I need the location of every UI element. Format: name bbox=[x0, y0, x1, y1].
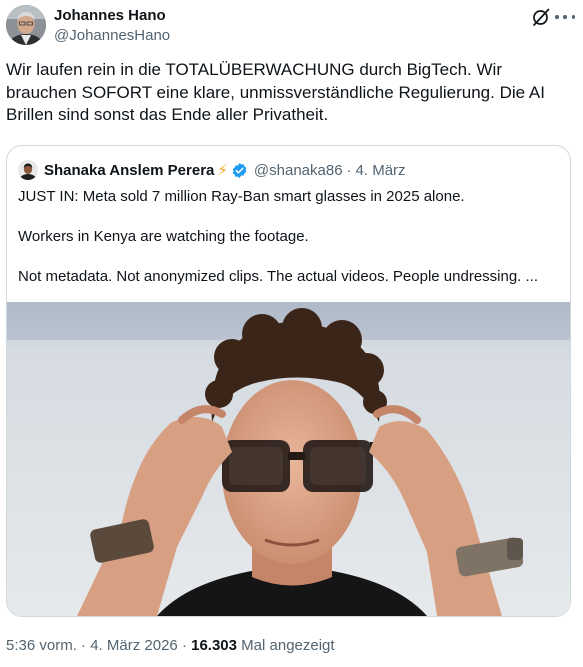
quoted-author-handle[interactable]: @shanaka86 bbox=[254, 162, 343, 179]
quoted-text-line-1: JUST IN: Meta sold 7 million Ray-Ban sma… bbox=[18, 188, 465, 205]
tweet-date[interactable]: 4. März 2026 bbox=[90, 637, 178, 654]
author-avatar[interactable] bbox=[6, 5, 46, 45]
author-name[interactable]: Johannes Hano bbox=[54, 7, 166, 24]
quoted-text-line-3: Not metadata. Not anonymized clips. The … bbox=[18, 268, 539, 285]
quoted-tweet-date[interactable]: 4. März bbox=[356, 162, 406, 179]
quoted-tweet-card[interactable]: Shanaka Anslem Perera ⚡ @shanaka86 · 4. … bbox=[6, 145, 571, 617]
quoted-text-line-2: Workers in Kenya are watching the footag… bbox=[18, 228, 309, 245]
quoted-author-avatar bbox=[18, 160, 38, 180]
author-handle[interactable]: @JohannesHano bbox=[54, 27, 170, 44]
grok-icon[interactable] bbox=[531, 7, 551, 27]
quoted-author-name[interactable]: Shanaka Anslem Perera bbox=[44, 162, 214, 179]
tweet-author-row: Johannes Hano @JohannesHano bbox=[6, 5, 577, 47]
quoted-tweet-photo[interactable] bbox=[7, 302, 570, 616]
meta-separator: · bbox=[81, 637, 87, 654]
views-label: Mal angezeigt bbox=[241, 637, 335, 654]
views-count: 16.303 bbox=[191, 637, 237, 654]
tweet-text: Wir laufen rein in die TOTALÜBERWACHUNG … bbox=[6, 60, 545, 124]
verified-badge-icon bbox=[231, 162, 248, 179]
lightning-emoji: ⚡ bbox=[217, 162, 228, 179]
quoted-tweet-header: Shanaka Anslem Perera ⚡ @shanaka86 · 4. … bbox=[18, 160, 406, 180]
meta-separator: · bbox=[181, 637, 187, 654]
tweet-time[interactable]: 5:36 vorm. bbox=[6, 637, 77, 654]
tweet-metadata: 5:36 vorm. · 4. März 2026 · 16.303 Mal a… bbox=[6, 637, 335, 654]
more-options-icon[interactable] bbox=[555, 9, 575, 25]
header-separator: · bbox=[346, 161, 352, 179]
